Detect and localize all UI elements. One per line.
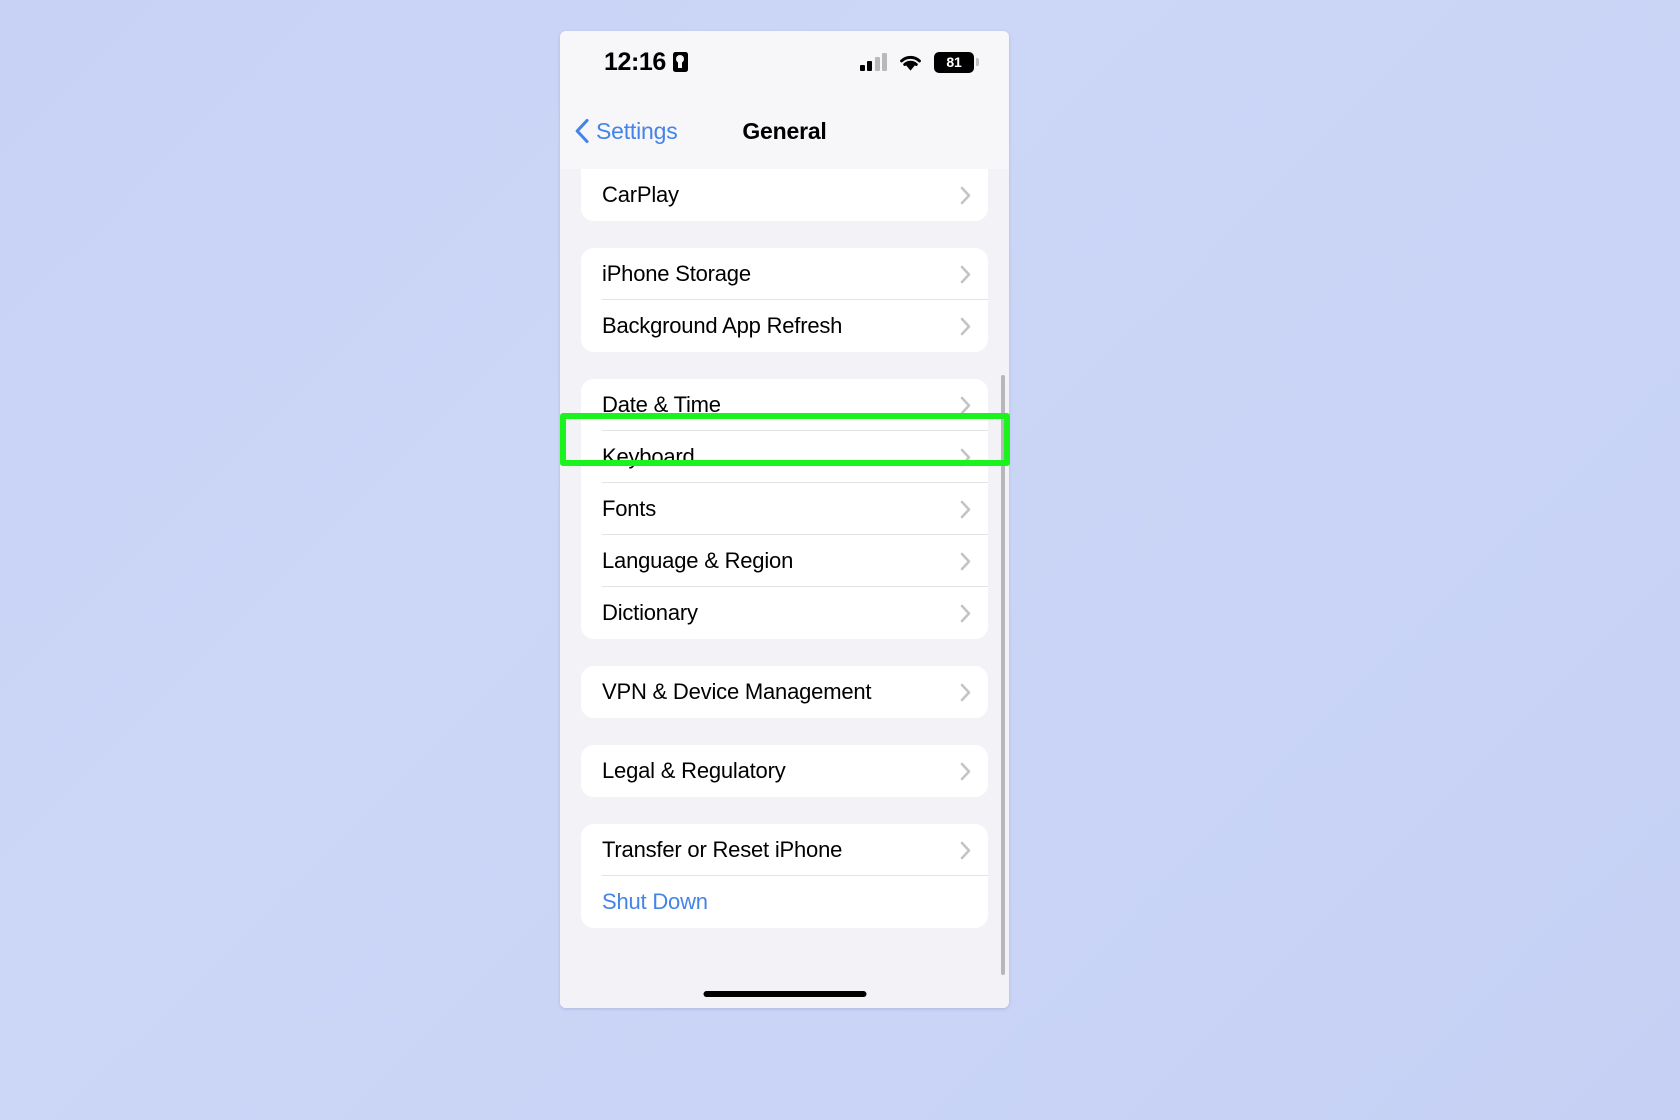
- settings-row-label: Transfer or Reset iPhone: [602, 837, 843, 862]
- settings-row-label: VPN & Device Management: [602, 679, 872, 704]
- cellular-signal-icon: [859, 53, 887, 71]
- settings-row-dictionary[interactable]: Dictionary: [581, 587, 988, 639]
- settings-row-transfer-or-reset-iphone[interactable]: Transfer or Reset iPhone: [581, 824, 988, 876]
- settings-row-label: Shut Down: [602, 889, 708, 914]
- status-bar-clock: 12:16: [604, 47, 666, 76]
- settings-group: Legal & Regulatory: [581, 745, 988, 797]
- home-indicator: [703, 991, 866, 997]
- settings-group: iPhone Storage Background App Refresh: [581, 248, 988, 352]
- settings-row-legal-regulatory[interactable]: Legal & Regulatory: [581, 745, 988, 797]
- settings-row-label: Dictionary: [602, 600, 698, 625]
- chevron-right-icon: [960, 186, 971, 204]
- iphone-screen: 12:16 81 Settings General CarPlay iPhone…: [560, 31, 1009, 1008]
- chevron-right-icon: [960, 396, 971, 414]
- battery-indicator: 81: [934, 51, 979, 73]
- settings-row-label: Background App Refresh: [602, 313, 843, 338]
- wifi-icon: [900, 55, 921, 71]
- settings-group: Transfer or Reset iPhone Shut Down: [581, 824, 988, 928]
- chevron-right-icon: [960, 762, 971, 780]
- battery-level-label: 81: [934, 51, 974, 73]
- settings-group: Date & Time Keyboard Fonts Language & Regio…: [581, 379, 988, 639]
- settings-row-label: iPhone Storage: [602, 261, 751, 286]
- settings-row-background-app-refresh[interactable]: Background App Refresh: [581, 300, 988, 352]
- settings-group: VPN & Device Management: [581, 666, 988, 718]
- chevron-right-icon: [960, 841, 971, 859]
- settings-row-label: CarPlay: [602, 182, 679, 207]
- chevron-right-icon: [960, 552, 971, 570]
- lock-portrait-icon: [672, 52, 688, 72]
- vertical-scrollbar[interactable]: [1001, 375, 1005, 975]
- chevron-left-icon: [575, 118, 589, 144]
- chevron-right-icon: [960, 448, 971, 466]
- settings-row-language-region[interactable]: Language & Region: [581, 535, 988, 587]
- settings-row-fonts[interactable]: Fonts: [581, 483, 988, 535]
- chevron-right-icon: [960, 265, 971, 283]
- status-bar: 12:16 81: [560, 31, 1009, 93]
- settings-row-vpn-device-management[interactable]: VPN & Device Management: [581, 666, 988, 718]
- chevron-right-icon: [960, 683, 971, 701]
- settings-row-carplay[interactable]: CarPlay: [581, 169, 988, 221]
- status-bar-right: 81: [859, 51, 979, 73]
- chevron-right-icon: [960, 500, 971, 518]
- settings-row-label: Keyboard: [602, 444, 695, 469]
- settings-list[interactable]: CarPlay iPhone Storage Background App Refr…: [560, 169, 1009, 1008]
- settings-group: CarPlay: [581, 169, 988, 221]
- chevron-right-icon: [960, 317, 971, 335]
- settings-row-label: Date & Time: [602, 392, 721, 417]
- battery-cap: [976, 58, 979, 66]
- settings-groups: CarPlay iPhone Storage Background App Refr…: [560, 169, 1009, 928]
- settings-row-label: Language & Region: [602, 548, 794, 573]
- chevron-right-icon: [960, 604, 971, 622]
- settings-row-iphone-storage[interactable]: iPhone Storage: [581, 248, 988, 300]
- navigation-bar: Settings General: [560, 93, 1009, 169]
- settings-row-date-time[interactable]: Date & Time: [581, 379, 988, 431]
- back-button-label: Settings: [596, 117, 678, 144]
- settings-row-label: Fonts: [602, 496, 657, 521]
- back-button[interactable]: Settings: [574, 118, 678, 145]
- status-bar-left: 12:16: [604, 48, 688, 77]
- settings-row-shut-down[interactable]: Shut Down: [581, 876, 988, 928]
- settings-row-label: Legal & Regulatory: [602, 758, 786, 783]
- settings-row-keyboard[interactable]: Keyboard: [581, 431, 988, 483]
